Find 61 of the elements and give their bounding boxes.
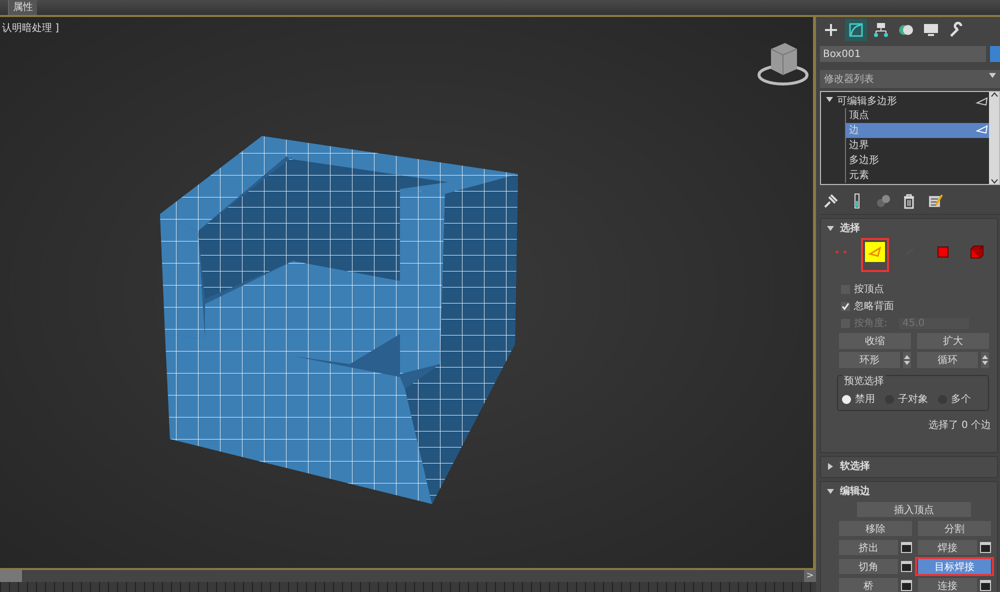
settings-button[interactable] <box>980 542 991 553</box>
edge-icon <box>975 94 989 106</box>
command-button[interactable]: 环形 <box>839 352 900 368</box>
stack-subitem[interactable]: 边 <box>845 123 989 138</box>
viewport-label: 认明暗处理 ] <box>1 22 60 36</box>
panel-icon <box>922 21 940 39</box>
element-icon <box>968 243 986 261</box>
vertex-icon <box>835 250 847 254</box>
plus-icon <box>822 21 840 39</box>
command-button[interactable]: 分割 <box>918 521 991 536</box>
rollout-title[interactable]: 编辑边 <box>840 484 870 498</box>
name-field[interactable]: Box001 <box>820 46 986 62</box>
panel-tab[interactable] <box>845 19 867 41</box>
checkbox-label: 忽略背面 <box>854 300 894 313</box>
radio-button[interactable] <box>842 394 851 404</box>
selection-status: 选择了 0 个边 <box>927 418 991 433</box>
radio-label: 多个 <box>951 393 971 406</box>
command-button[interactable]: 连接 <box>918 578 977 592</box>
collapse-icon[interactable] <box>827 224 834 232</box>
command-button[interactable]: 切角 <box>839 559 898 574</box>
pin-icon[interactable] <box>822 192 840 210</box>
settings-button[interactable] <box>901 561 912 572</box>
tool-icon[interactable] <box>926 192 944 210</box>
command-button[interactable]: 扩大 <box>917 333 989 349</box>
group-title: 预览选择 <box>842 374 886 388</box>
expand-icon[interactable] <box>827 462 834 470</box>
modifier-stack[interactable]: 可编辑多边形 顶点 边 边界 多边形 元素 <box>820 91 1000 185</box>
command-button[interactable]: 移除 <box>839 521 912 536</box>
edge-icon <box>975 123 989 135</box>
command-button[interactable]: 目标焊接 <box>918 559 991 574</box>
command-button[interactable]: 焊接 <box>918 540 977 555</box>
command-button[interactable]: 插入顶点 <box>857 502 971 517</box>
stack-item[interactable]: 可编辑多边形 <box>837 94 975 108</box>
command-button[interactable]: 挤出 <box>839 540 898 555</box>
collapse-icon[interactable] <box>826 96 832 103</box>
panel-icon <box>847 21 865 39</box>
checkbox[interactable] <box>841 302 850 310</box>
dropdown-arrow-icon <box>989 72 996 79</box>
radio-label: 禁用 <box>855 392 875 406</box>
next-frame-button[interactable]: > <box>804 570 816 582</box>
scroll-up-icon[interactable] <box>990 92 998 97</box>
scrollbar[interactable] <box>989 92 999 184</box>
menu-tab[interactable]: 属性 <box>8 0 37 15</box>
radio-label: 子对象 <box>898 392 928 406</box>
panel-icon <box>872 21 890 39</box>
rollout-title[interactable]: 软选择 <box>840 459 870 473</box>
collapse-icon[interactable] <box>827 488 834 494</box>
scroll-down-icon[interactable] <box>990 179 998 184</box>
color-swatch[interactable] <box>990 46 1000 62</box>
rollout-title[interactable]: 选择 <box>840 221 860 235</box>
modifier-dropdown[interactable]: 修改器列表 <box>820 70 1000 88</box>
time-slider[interactable] <box>0 570 22 582</box>
command-button[interactable]: 收缩 <box>839 333 911 349</box>
highlight-frame <box>861 238 889 272</box>
settings-button[interactable] <box>901 580 912 591</box>
settings-button[interactable] <box>980 580 991 591</box>
checkbox-label: 按顶点 <box>854 282 884 296</box>
settings-button[interactable] <box>901 542 912 553</box>
command-button[interactable]: 桥 <box>839 578 898 592</box>
command-button[interactable]: 循环 <box>917 352 978 368</box>
viewport[interactable]: 认明暗处理 ] <box>0 17 816 568</box>
